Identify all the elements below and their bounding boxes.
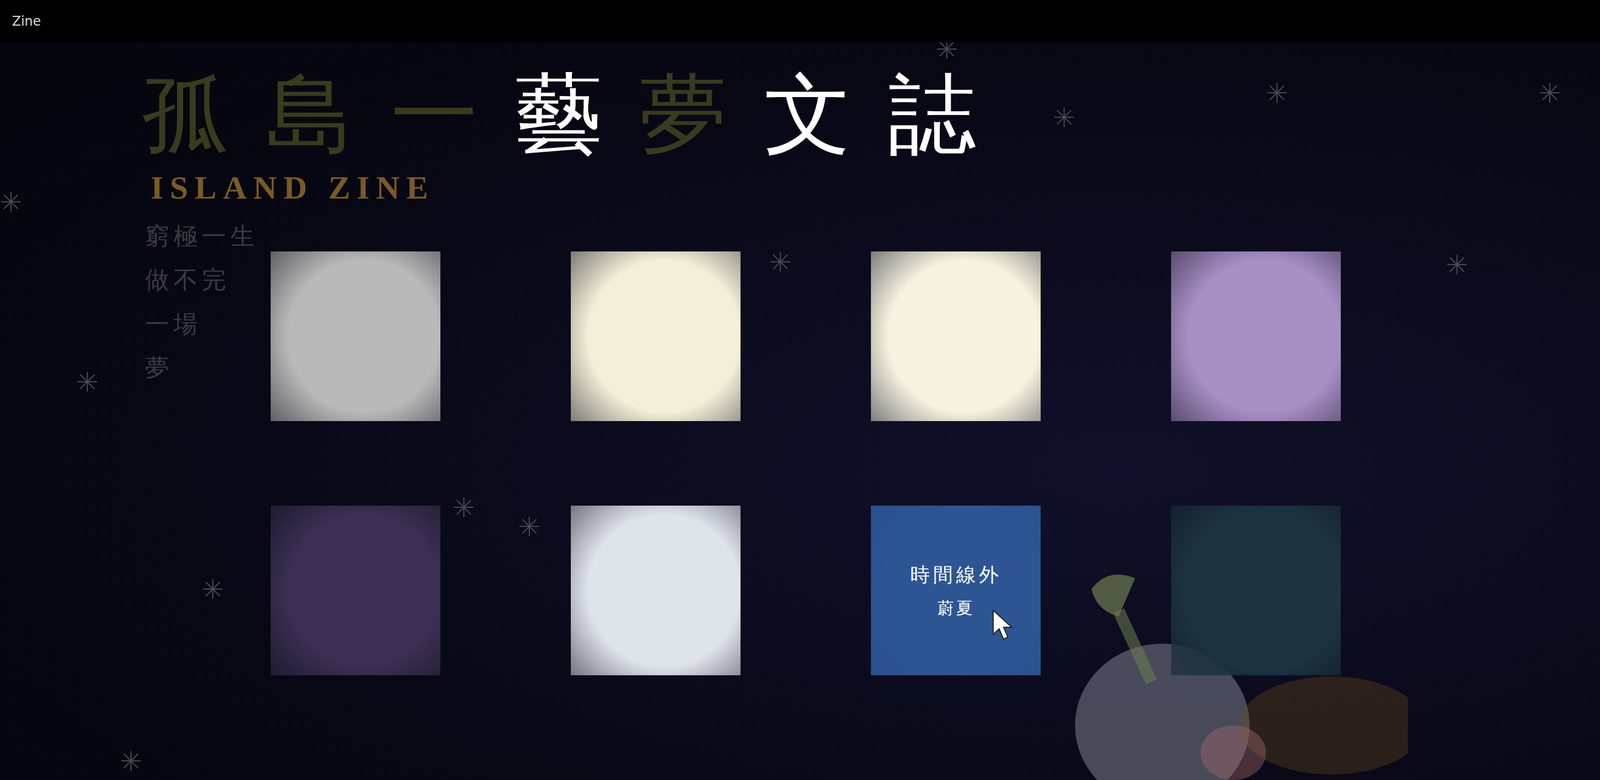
star-icon (120, 750, 142, 773)
title-character: 藝 (512, 64, 605, 165)
window-title-bar: Zine (0, 0, 1600, 43)
cover-hover-overlay[interactable]: 時間線外蔚夏 (870, 505, 1041, 676)
tagline-line: 夢 (145, 354, 266, 381)
star-icon (518, 515, 541, 538)
star-icon (0, 190, 22, 213)
zine-cover[interactable] (1171, 505, 1341, 676)
cover-author: 蔚夏 (937, 597, 975, 620)
star-icon (769, 251, 792, 273)
zine-cover[interactable] (870, 251, 1041, 422)
tagline: 窮極一生做不完一場夢 (139, 223, 266, 676)
cover-title: 時間線外 (910, 562, 1002, 589)
tagline-line: 窮極一生 (145, 223, 266, 250)
zine-cover[interactable] (570, 251, 741, 422)
zine-cover[interactable]: 時間線外蔚夏 (870, 505, 1041, 676)
tagline-line: 做不完 (145, 266, 266, 294)
title-character: 夢 (637, 64, 730, 165)
site-title: 孤島一藝夢文誌 (139, 64, 1600, 165)
star-icon (1446, 253, 1468, 276)
star-icon (452, 496, 475, 519)
star-icon (1053, 106, 1076, 129)
main-content: 孤島一藝夢文誌ISLAND ZINE窮極一生做不完一場夢時間線外蔚夏 (0, 42, 1600, 676)
star-icon (201, 578, 224, 601)
title-character: 一 (388, 64, 481, 165)
zine-cover[interactable] (570, 505, 741, 676)
title-character: 島 (264, 64, 356, 165)
zine-cover[interactable] (1171, 251, 1341, 422)
site-subtitle: ISLAND ZINE (139, 169, 1600, 207)
content-row: 窮極一生做不完一場夢時間線外蔚夏 (139, 223, 1600, 676)
window-title: Zine (12, 13, 41, 29)
title-character: 誌 (886, 64, 978, 165)
title-character: 孤 (139, 64, 232, 165)
zine-cover[interactable] (270, 251, 441, 422)
tagline-line: 一場 (145, 311, 266, 338)
title-character: 文 (761, 64, 854, 165)
star-icon (1266, 81, 1288, 104)
zine-grid: 時間線外蔚夏 (270, 251, 1341, 676)
star-icon (76, 371, 99, 393)
cursor-icon (992, 609, 1014, 642)
star-icon (1538, 81, 1561, 104)
zine-cover[interactable] (270, 505, 441, 676)
